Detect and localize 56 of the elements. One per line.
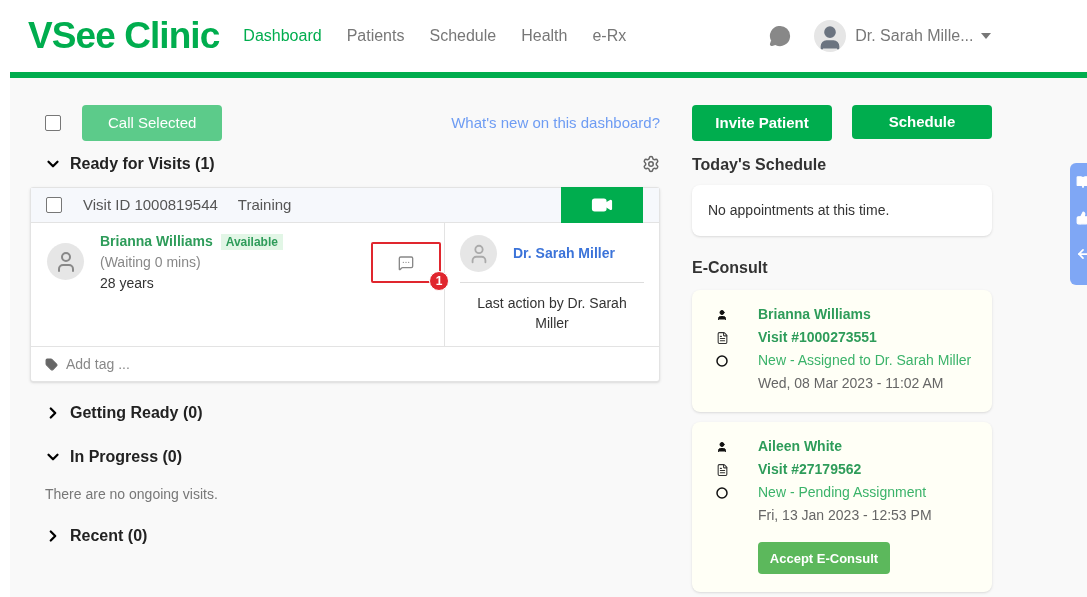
visit-link[interactable]: Visit #1000273551	[758, 327, 877, 348]
nav-link[interactable]: Health	[521, 24, 568, 48]
action-button[interactable]: Schedule	[852, 105, 992, 139]
section-title[interactable]: Ready for Visits (1)	[70, 152, 215, 176]
schedule-heading: Today's Schedule	[692, 155, 828, 175]
visit-link[interactable]: Visit #27179562	[758, 459, 862, 480]
date-text: Wed, 08 Mar 2023 - 11:02 AM	[758, 374, 945, 393]
logo[interactable]: VSee Clinic	[28, 8, 220, 64]
visit-type: Training	[237, 194, 292, 215]
person-icon	[716, 308, 728, 321]
tag-field[interactable]: Add tag ...	[66, 353, 130, 375]
action-button[interactable]: Invite Patient	[692, 105, 832, 141]
econsult-heading: E-Consult	[692, 258, 769, 278]
empty-message: No appointments at this time.	[708, 201, 890, 220]
nav-link[interactable]: Patients	[346, 24, 405, 48]
thumbs-up-icon[interactable]	[1076, 211, 1087, 225]
section-title[interactable]: In Progress (0)	[70, 445, 183, 469]
tag-icon	[45, 357, 58, 371]
person-icon	[716, 440, 728, 453]
waiting-time: (Waiting 0 mins)	[100, 253, 202, 272]
nav-link[interactable]: Dashboard	[243, 24, 322, 48]
section-title[interactable]: Getting Ready (0)	[70, 401, 203, 425]
accept-button[interactable]: Accept E-Consult	[758, 542, 890, 574]
video-call-button[interactable]	[561, 187, 643, 223]
settings-icon[interactable]	[642, 155, 660, 173]
book-icon[interactable]	[1076, 175, 1087, 189]
checkbox[interactable]	[46, 197, 62, 213]
circle-icon	[716, 354, 728, 367]
checkbox[interactable]	[45, 115, 61, 131]
nav-link[interactable]: Schedule	[429, 24, 497, 48]
status-text: New - Pending Assignment	[758, 483, 927, 502]
status-text: New - Assigned to Dr. Sarah Miller	[758, 351, 972, 370]
patient-name[interactable]: Aileen White	[758, 436, 842, 457]
chat-bubble-icon	[397, 254, 415, 271]
help-link[interactable]: What's new on this dashboard?	[451, 111, 660, 135]
empty-message: There are no ongoing visits.	[45, 485, 219, 504]
last-action-text: Last action by Dr. Sarah Miller	[476, 294, 628, 333]
avatar-icon[interactable]	[814, 20, 847, 52]
date-text: Fri, 13 Jan 2023 - 12:53 PM	[758, 506, 933, 525]
provider-link[interactable]: Dr. Sarah Miller	[513, 243, 615, 264]
doctor-avatar-icon	[460, 235, 497, 272]
circle-icon	[716, 486, 728, 499]
patient-name[interactable]: Brianna Williams	[758, 304, 871, 325]
patient-age: 28 years	[100, 274, 155, 293]
caret-icon	[981, 33, 992, 39]
nav-link[interactable]: e-Rx	[592, 24, 627, 48]
document-icon	[716, 330, 729, 345]
document-icon	[716, 462, 729, 477]
chat-icon[interactable]	[768, 25, 793, 47]
visit-id: Visit ID 1000819544	[83, 194, 218, 215]
section-title[interactable]: Recent (0)	[70, 524, 148, 548]
status-badge: Available	[220, 233, 283, 250]
patient-avatar-icon	[47, 243, 84, 280]
patient-name[interactable]: Brianna Williams	[100, 231, 213, 252]
user-menu[interactable]: Dr. Sarah Mille...	[855, 24, 992, 48]
annotation-badge: 1	[429, 271, 449, 291]
